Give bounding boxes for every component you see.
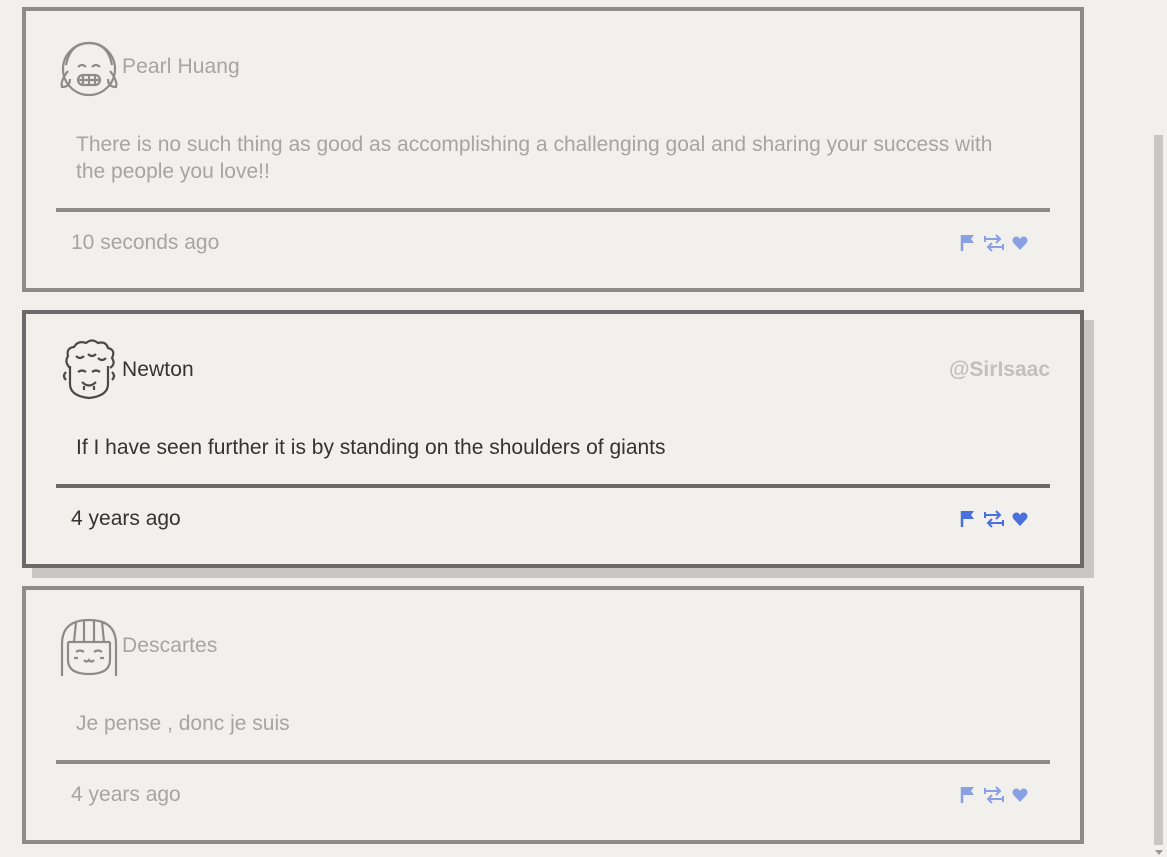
tweet-actions [958,233,1030,253]
author-handle[interactable]: @SirIsaac [949,358,1050,382]
tweet-text: If I have seen further it is by standing… [76,436,666,459]
tweet-header: Newton @SirIsaac [56,338,1050,404]
divider [56,208,1050,212]
divider [56,484,1050,488]
curly-hair-avatar-icon [56,338,122,404]
bob-hair-avatar-icon [56,614,122,680]
retweet-icon[interactable] [984,509,1004,529]
heart-icon[interactable] [1010,233,1030,253]
girl-pigtails-avatar-icon [56,35,122,101]
retweet-icon[interactable] [984,233,1004,253]
timestamp: 4 years ago [71,507,181,530]
retweet-icon[interactable] [984,785,1004,805]
tweet-card[interactable]: Pearl Huang There is no such thing as go… [22,7,1084,292]
timestamp: 4 years ago [71,783,181,806]
heart-icon[interactable] [1010,509,1030,529]
tweet-header: Descartes [56,614,1050,680]
tweet-actions [958,785,1030,805]
author-name[interactable]: Pearl Huang [122,55,240,79]
tweet-header: Pearl Huang [56,35,1050,101]
timestamp: 10 seconds ago [71,231,220,254]
tweet-feed: Pearl Huang There is no such thing as go… [0,0,1150,857]
tweet-card[interactable]: Newton @SirIsaac If I have seen further … [22,310,1084,568]
scroll-down-arrow-icon[interactable] [1155,850,1163,855]
flag-icon[interactable] [958,509,978,529]
heart-icon[interactable] [1010,785,1030,805]
author-name[interactable]: Newton [122,358,194,382]
vertical-scrollbar[interactable] [1150,0,1167,857]
scrollbar-thumb[interactable] [1154,135,1163,845]
tweet-card[interactable]: Descartes Je pense , donc je suis 4 year… [22,586,1084,844]
tweet-actions [958,509,1030,529]
divider [56,760,1050,764]
flag-icon[interactable] [958,233,978,253]
flag-icon[interactable] [958,785,978,805]
tweet-text: Je pense , donc je suis [76,712,290,735]
tweet-text: There is no such thing as good as accomp… [76,133,993,183]
author-name[interactable]: Descartes [122,634,217,658]
